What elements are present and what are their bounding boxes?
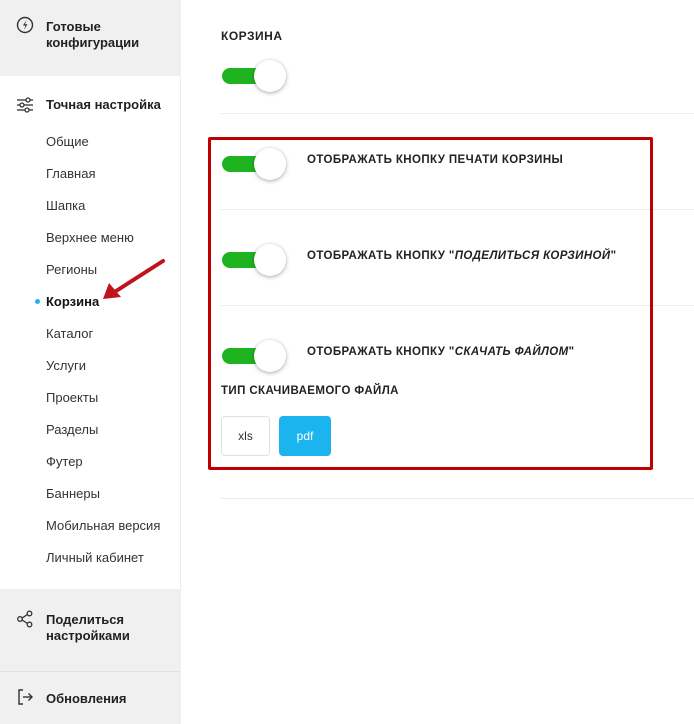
toggle-knob <box>254 60 286 92</box>
sidebar-item-home[interactable]: Главная <box>46 166 95 182</box>
divider <box>221 113 694 114</box>
sidebar-item-top-menu[interactable]: Верхнее меню <box>46 230 134 246</box>
download-file-toggle[interactable] <box>222 339 288 373</box>
divider <box>221 209 694 210</box>
file-type-pdf-button[interactable]: pdf <box>279 416 331 456</box>
share-cart-label: ОТОБРАЖАТЬ КНОПКУ "ПОДЕЛИТЬСЯ КОРЗИНОЙ" <box>307 250 617 262</box>
share-icon <box>17 610 33 628</box>
share-label: Поделиться настройками <box>46 612 130 643</box>
highlight-frame <box>208 137 653 470</box>
share-cart-toggle[interactable] <box>222 243 288 277</box>
sidebar-item-general[interactable]: Общие <box>46 134 89 150</box>
sidebar-section-share[interactable]: Поделиться настройками <box>0 589 181 671</box>
toggle-knob <box>254 244 286 276</box>
print-cart-label: ОТОБРАЖАТЬ КНОПКУ ПЕЧАТИ КОРЗИНЫ <box>307 154 564 166</box>
sidebar-item-services[interactable]: Услуги <box>46 358 86 374</box>
sidebar-item-sections[interactable]: Разделы <box>46 422 98 438</box>
sidebar-item-footer[interactable]: Футер <box>46 454 83 470</box>
sidebar-section-configurations[interactable]: Готовые конфигурации <box>0 0 181 76</box>
main-content: КОРЗИНА ОТОБРАЖАТЬ КНОПКУ ПЕЧАТИ КОРЗИНЫ… <box>181 0 694 724</box>
updates-icon <box>18 689 33 705</box>
configurations-label: Готовые конфигурации <box>46 19 140 50</box>
cart-enable-toggle[interactable] <box>222 59 288 93</box>
active-item-dot <box>35 299 40 304</box>
download-file-label: ОТОБРАЖАТЬ КНОПКУ "СКАЧАТЬ ФАЙЛОМ" <box>307 346 575 358</box>
toggle-knob <box>254 148 286 180</box>
sidebar: Готовые конфигурации Точная настройка Об… <box>0 0 181 724</box>
sidebar-section-updates[interactable]: Обновления <box>0 671 181 724</box>
annotation-arrow-icon <box>103 259 165 299</box>
sidebar-item-projects[interactable]: Проекты <box>46 390 98 406</box>
print-cart-toggle[interactable] <box>222 147 288 181</box>
sidebar-item-account[interactable]: Личный кабинет <box>46 550 144 566</box>
file-type-xls-button[interactable]: xls <box>221 416 270 456</box>
divider <box>221 305 694 306</box>
file-type-title: ТИП СКАЧИВАЕМОГО ФАЙЛА <box>221 385 399 397</box>
toggle-knob <box>254 340 286 372</box>
sidebar-item-cart[interactable]: Корзина <box>46 294 99 310</box>
tuning-label[interactable]: Точная настройка <box>46 97 161 112</box>
sliders-icon <box>17 97 33 113</box>
configurations-icon <box>16 16 34 34</box>
sidebar-item-regions[interactable]: Регионы <box>46 262 97 278</box>
sidebar-item-mobile[interactable]: Мобильная версия <box>46 518 160 534</box>
sidebar-item-banners[interactable]: Баннеры <box>46 486 100 502</box>
sidebar-item-catalog[interactable]: Каталог <box>46 326 93 342</box>
sidebar-item-header[interactable]: Шапка <box>46 198 85 214</box>
divider <box>221 498 694 499</box>
updates-label: Обновления <box>46 691 127 706</box>
page-title: КОРЗИНА <box>221 29 283 43</box>
